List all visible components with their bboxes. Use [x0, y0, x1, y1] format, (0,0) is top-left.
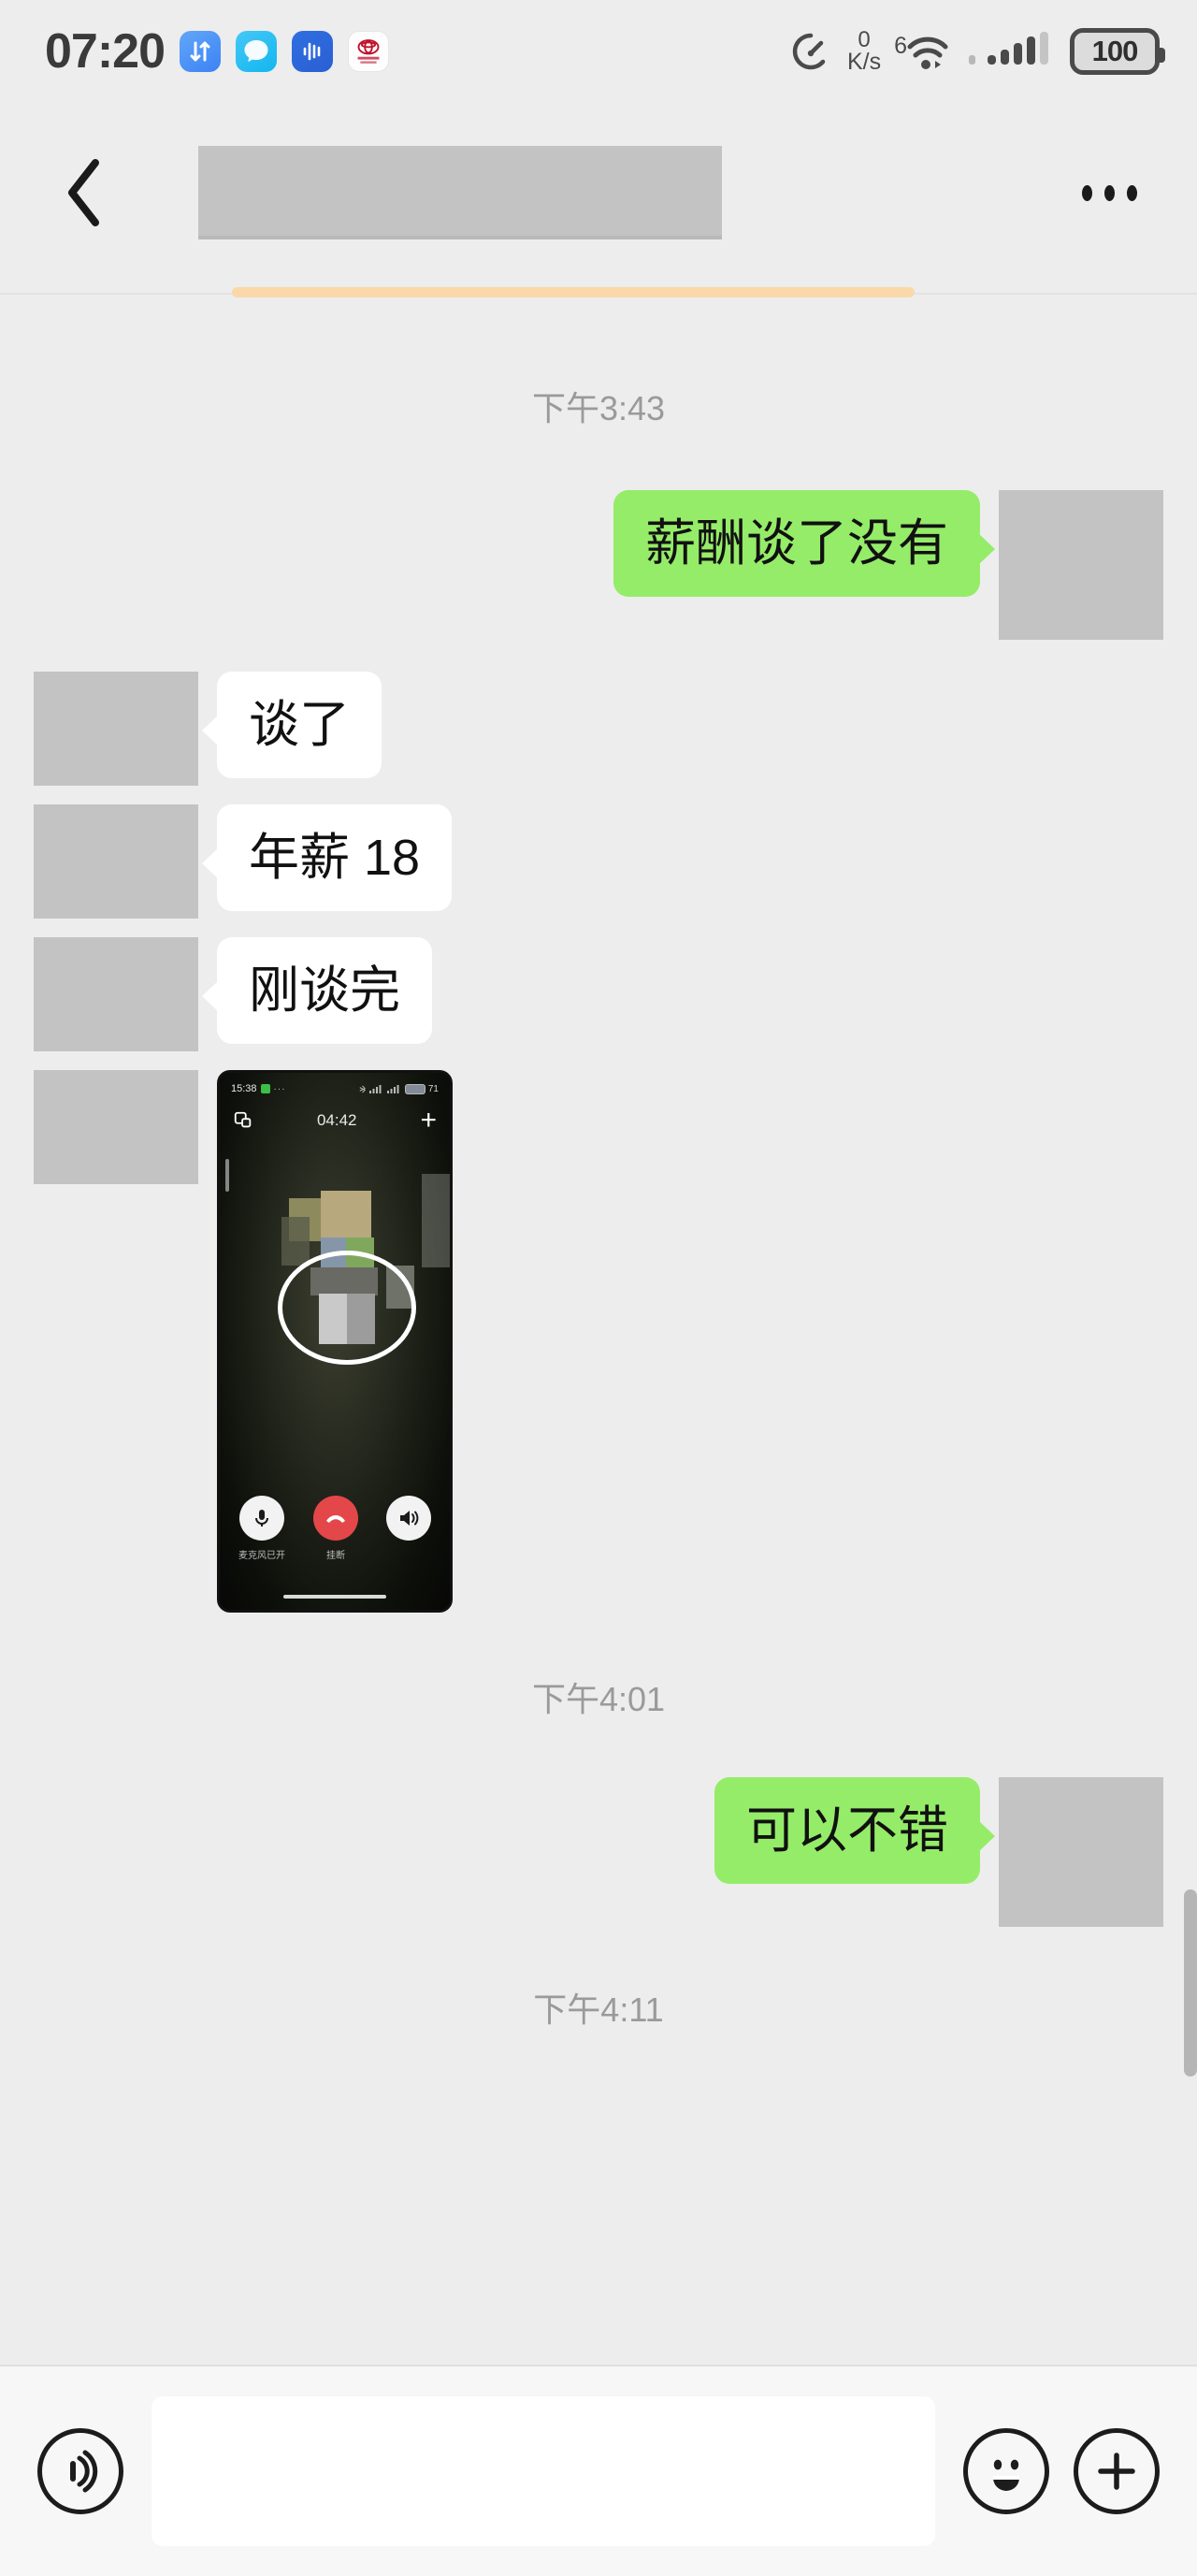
more-options-button[interactable]	[1082, 184, 1145, 201]
microphone-icon[interactable]	[239, 1496, 284, 1541]
avatar-contact[interactable]	[34, 672, 198, 786]
status-bar-right: 0 K/s 6 100	[787, 27, 1165, 77]
avatar-contact[interactable]	[34, 1070, 198, 1184]
status-clock: 07:20	[45, 24, 166, 79]
file-transfer-icon	[180, 31, 221, 72]
message-bubble-outgoing[interactable]: 薪酬谈了没有	[613, 490, 995, 598]
network-speed-indicator: 0 K/s	[846, 28, 882, 75]
toyota-app-icon	[348, 31, 389, 72]
mic-control-label: 麦克风已开	[238, 1551, 285, 1561]
video-call-status-bar: 15:38 ··· 71	[220, 1080, 450, 1097]
emoji-button[interactable]	[963, 2428, 1049, 2514]
bluetooth-icon	[359, 1085, 366, 1093]
message-bubble-incoming[interactable]: 刚谈完	[202, 937, 432, 1045]
status-ellipsis: ···	[273, 1083, 286, 1094]
video-call-mic-control[interactable]: 麦克风已开	[238, 1496, 285, 1561]
video-call-duration: 04:42	[316, 1111, 357, 1129]
app-indicator-icon	[260, 1084, 270, 1093]
network-speed-unit: K/s	[846, 48, 882, 75]
wifi-icon: 6	[894, 29, 954, 74]
plus-icon	[1098, 2453, 1135, 2490]
message-list[interactable]: 下午3:43 薪酬谈了没有 谈了 年薪 18 刚谈完 15:38 ··· 71 …	[0, 299, 1197, 2365]
message-timestamp: 下午3:43	[531, 389, 666, 427]
message-row-outgoing: 可以不错	[0, 1777, 1197, 1927]
back-button[interactable]	[52, 159, 118, 226]
switch-window-icon	[234, 1111, 252, 1128]
more-dot-2	[1104, 184, 1115, 201]
chat-header	[0, 103, 1197, 282]
speaker-icon[interactable]	[386, 1496, 431, 1541]
avatar-contact[interactable]	[34, 804, 198, 919]
video-call-speaker-control[interactable]	[386, 1496, 431, 1547]
message-input-bar	[0, 2365, 1197, 2576]
video-call-controls: 麦克风已开 挂断	[220, 1496, 450, 1561]
message-bubble-incoming[interactable]: 年薪 18	[201, 804, 453, 912]
video-call-battery-level: 71	[427, 1083, 439, 1094]
hangup-icon[interactable]	[313, 1496, 358, 1541]
message-row-outgoing: 薪酬谈了没有	[0, 490, 1197, 640]
sound-wave-icon	[70, 2450, 98, 2493]
avatar-self[interactable]	[999, 490, 1163, 640]
avatar-contact[interactable]	[34, 937, 198, 1051]
voice-assistant-icon	[292, 31, 333, 72]
add-participant-icon: +	[420, 1105, 437, 1136]
voice-input-button[interactable]	[37, 2428, 123, 2514]
message-input-field[interactable]	[151, 2396, 935, 2546]
video-call-status-time: 15:38	[231, 1083, 257, 1094]
chat-app-screen: 07:20 0 K/s 6 100 下午3:43 薪酬谈了没有 谈了 年薪 18…	[0, 0, 1197, 2576]
speedometer-icon	[787, 28, 834, 75]
hangup-control-label: 挂断	[326, 1551, 345, 1561]
chat-scrollbar[interactable]	[1184, 1889, 1197, 2077]
message-timestamp: 下午4:11	[533, 1990, 664, 2029]
status-bar-left: 07:20	[45, 23, 389, 80]
contact-name-redacted	[198, 146, 722, 239]
status-bar: 07:20 0 K/s 6 100	[0, 0, 1197, 103]
message-image-video-call-screenshot[interactable]: 15:38 ··· 71 04:42 + 麦克风已开 挂断	[217, 1070, 453, 1613]
message-bubble-incoming[interactable]: 谈了	[202, 672, 382, 779]
video-call-top-bar: 04:42 +	[220, 1105, 450, 1136]
page-load-progress-bar	[232, 287, 915, 297]
message-row-incoming: 谈了	[0, 672, 1197, 786]
more-dot-3	[1127, 184, 1137, 201]
video-call-battery-icon	[404, 1083, 425, 1094]
video-call-face-highlight-circle	[278, 1251, 416, 1365]
message-row-incoming: 刚谈完	[0, 937, 1197, 1051]
smiley-face-icon	[993, 2459, 1019, 2491]
message-row-incoming: 年薪 18	[0, 804, 1197, 919]
video-call-hangup-control[interactable]: 挂断	[313, 1496, 358, 1561]
signal-bars-icon	[368, 1085, 382, 1093]
chat-bubble-icon	[236, 31, 277, 72]
more-functions-button[interactable]	[1074, 2428, 1160, 2514]
home-indicator-bar	[283, 1595, 386, 1599]
cellular-signal-icon	[967, 27, 1057, 77]
battery-level-label: 100	[1091, 35, 1139, 67]
battery-indicator: 100	[1070, 28, 1165, 75]
message-bubble-outgoing[interactable]: 可以不错	[714, 1777, 995, 1885]
input-bar-actions	[963, 2428, 1160, 2514]
video-call-screen: 15:38 ··· 71 04:42 + 麦克风已开 挂断	[220, 1073, 450, 1610]
more-dot-1	[1082, 184, 1092, 201]
message-timestamp: 下午4:01	[531, 1680, 666, 1718]
signal-bars-2-icon	[386, 1085, 399, 1093]
message-row-incoming-image: 15:38 ··· 71 04:42 + 麦克风已开 挂断	[0, 1070, 1197, 1613]
avatar-self[interactable]	[999, 1777, 1163, 1927]
